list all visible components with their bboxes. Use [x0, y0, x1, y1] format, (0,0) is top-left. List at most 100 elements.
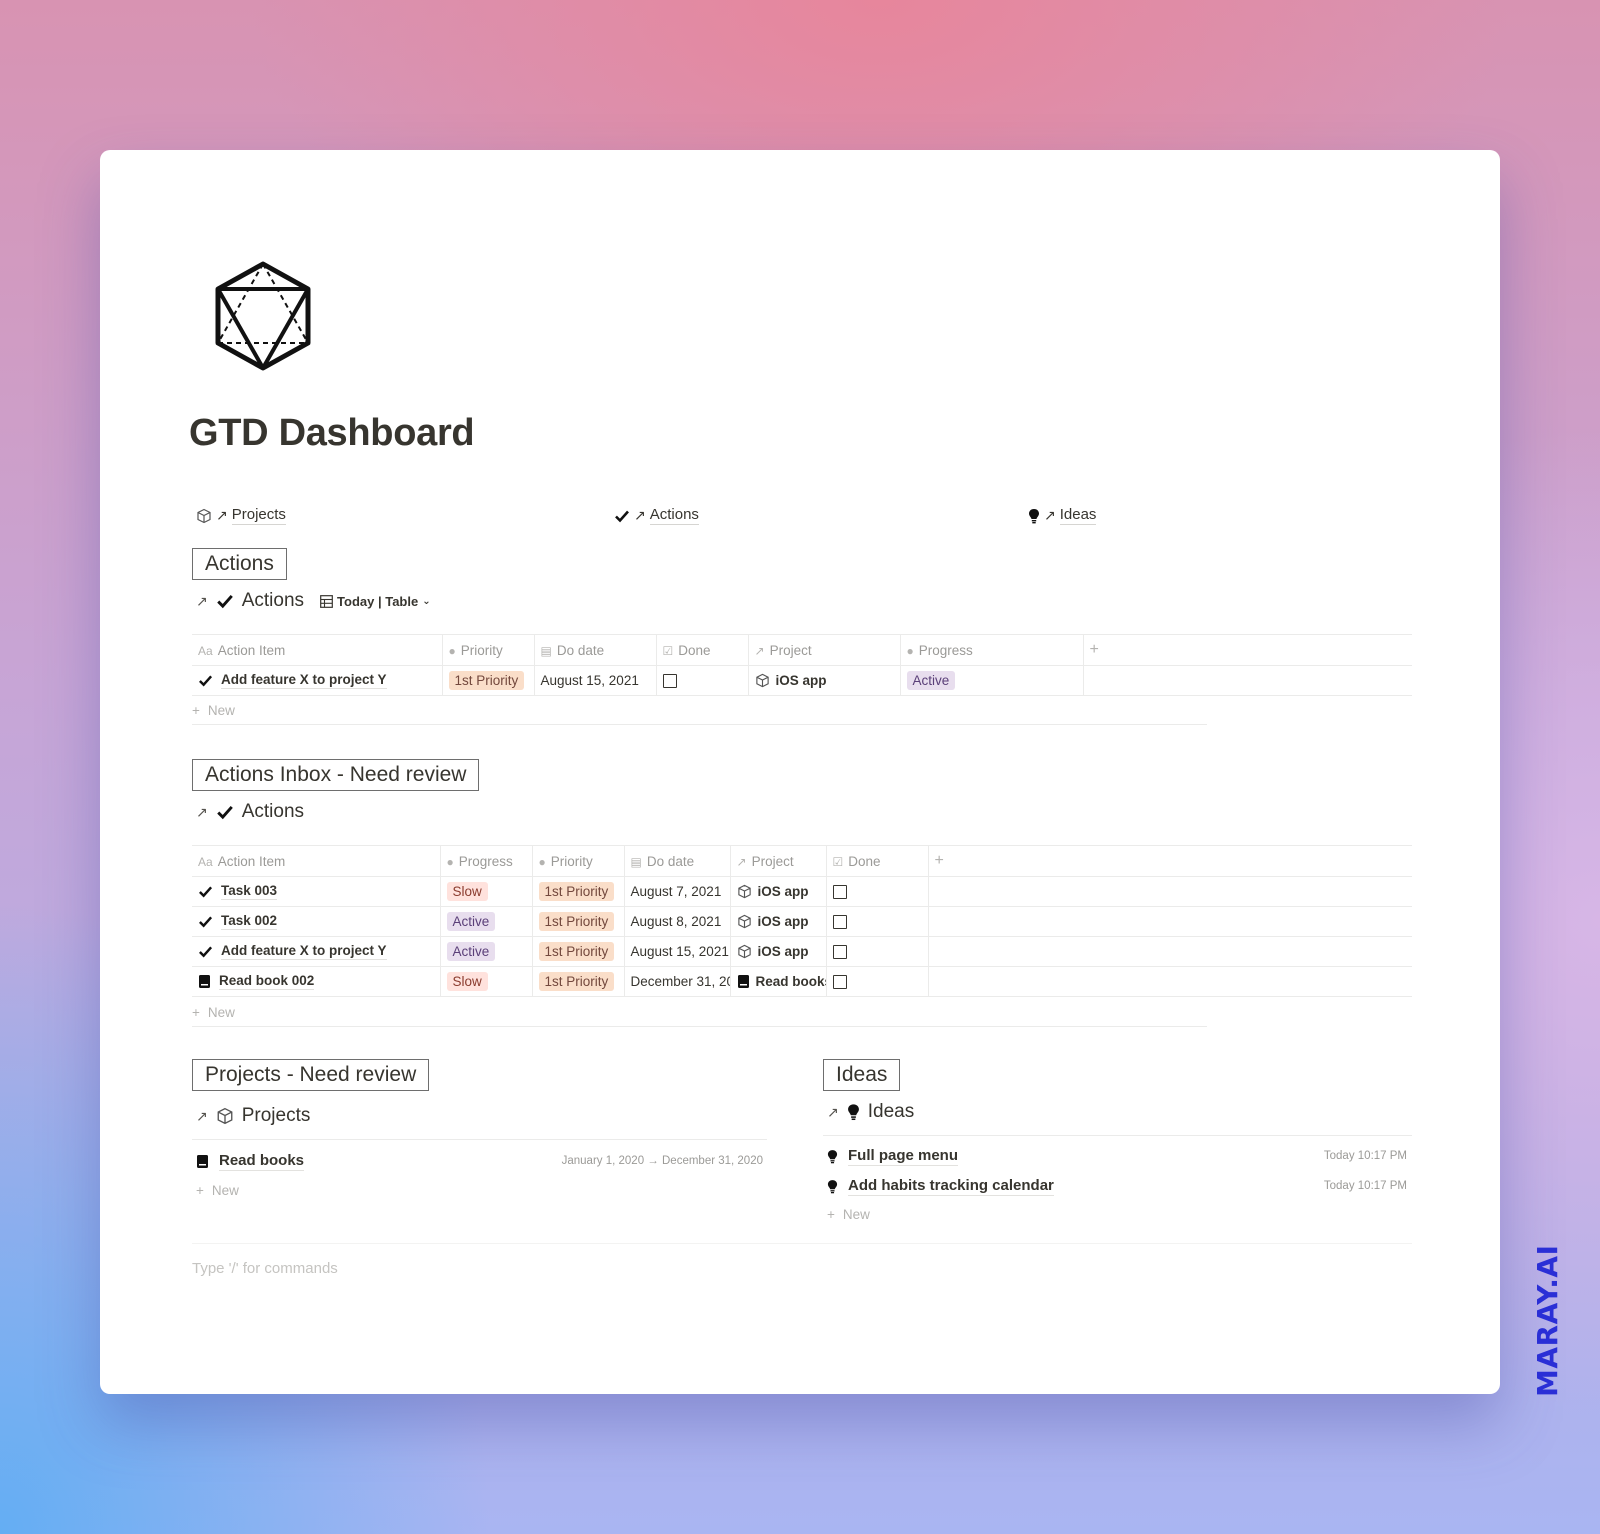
- project-relation[interactable]: iOS app: [758, 914, 809, 929]
- do-date: August 8, 2021: [624, 906, 731, 937]
- select-property-icon: ●: [906, 643, 914, 658]
- new-row-button[interactable]: + New: [192, 999, 1207, 1027]
- project-relation[interactable]: iOS app: [776, 673, 827, 688]
- column-header[interactable]: ▤ Do date: [534, 634, 657, 666]
- project-relation[interactable]: iOS app: [758, 944, 809, 959]
- open-link-icon[interactable]: ↗: [196, 593, 208, 610]
- row-title[interactable]: Add feature X to project Y: [221, 943, 387, 960]
- icosahedron-icon[interactable]: [212, 260, 314, 372]
- cube-icon: [755, 673, 770, 688]
- new-row-button[interactable]: + New: [827, 1200, 1027, 1228]
- open-link-icon[interactable]: ↗: [827, 1104, 839, 1121]
- command-input[interactable]: Type '/' for commands: [192, 1260, 338, 1277]
- list-item[interactable]: Read books January 1, 2020 → December 31…: [196, 1148, 763, 1174]
- column-header[interactable]: ● Progress: [900, 634, 1084, 666]
- table-row[interactable]: Task 002 Active 1st Priority August 8, 2…: [192, 906, 1412, 937]
- add-column-button[interactable]: +: [1083, 634, 1412, 666]
- do-date: December 31, 20: [624, 966, 731, 997]
- item-title[interactable]: Read books: [219, 1152, 305, 1171]
- column-header[interactable]: ● Priority: [532, 845, 625, 877]
- link-label: Projects: [231, 506, 286, 525]
- lightbulb-icon: [827, 1179, 838, 1194]
- cube-icon: [216, 1107, 234, 1125]
- table-header-row: Aa Action Item ● Progress ● Priority ▤ Do da…: [192, 845, 1412, 877]
- column-header[interactable]: ▤ Do date: [624, 845, 731, 877]
- callout-inbox: Actions Inbox - Need review: [192, 759, 480, 791]
- db-title[interactable]: Projects: [242, 1105, 311, 1127]
- plus-icon: +: [192, 1005, 200, 1020]
- inbox-table: Aa Action Item ● Progress ● Priority ▤ Do da…: [192, 845, 1412, 997]
- table-row[interactable]: Add feature X to project Y Active 1st Pr…: [192, 936, 1412, 967]
- new-row-button[interactable]: + New: [196, 1176, 396, 1204]
- arrow-link-icon: ↗: [1044, 507, 1056, 523]
- cube-icon: [737, 944, 752, 959]
- done-checkbox[interactable]: [832, 915, 847, 930]
- plus-icon: +: [934, 852, 944, 869]
- row-title[interactable]: Read book 002: [219, 973, 315, 990]
- checkmark-icon: [198, 944, 213, 959]
- row-title[interactable]: Task 003: [221, 883, 278, 900]
- row-title[interactable]: Add feature X to project Y: [221, 672, 387, 689]
- page-card: GTD Dashboard ↗ Projects ↗ Actions ↗ Ide…: [100, 150, 1500, 1394]
- book-icon: [196, 1154, 209, 1169]
- plus-icon: +: [192, 703, 200, 718]
- table-header-row: Aa Action Item ● Priority ▤ Do date ☑ Done ↗…: [192, 634, 1412, 666]
- link-label: Actions: [649, 506, 699, 525]
- cube-icon: [196, 508, 212, 524]
- add-column-button[interactable]: +: [928, 845, 1412, 877]
- column-header[interactable]: ☑ Done: [826, 845, 929, 877]
- link-actions[interactable]: ↗ Actions: [614, 506, 699, 525]
- table-row[interactable]: Add feature X to project Y 1st Priority …: [192, 665, 1412, 696]
- project-relation[interactable]: Read books: [756, 974, 826, 989]
- lightbulb-icon: [1028, 508, 1040, 524]
- chevron-down-icon: ⌄: [422, 595, 431, 607]
- column-header[interactable]: Aa Action Item: [192, 634, 443, 666]
- do-date: August 15, 2021: [534, 665, 657, 696]
- column-header[interactable]: ☑ Done: [656, 634, 749, 666]
- db-title[interactable]: Ideas: [868, 1101, 914, 1123]
- view-label: Today | Table: [337, 593, 419, 609]
- column-header[interactable]: ↗ Project: [730, 845, 827, 877]
- inbox-db-header: ↗ Actions: [196, 801, 304, 823]
- done-checkbox[interactable]: [832, 885, 847, 900]
- item-title[interactable]: Add habits tracking calendar: [848, 1177, 1054, 1196]
- plus-icon: +: [196, 1182, 204, 1198]
- priority-tag: 1st Priority: [538, 972, 615, 991]
- lightbulb-icon: [847, 1103, 860, 1121]
- table-row[interactable]: Read book 002 Slow 1st Priority December…: [192, 966, 1412, 997]
- plus-icon: +: [1089, 641, 1099, 658]
- relation-icon: ↗: [736, 854, 747, 869]
- table-row[interactable]: Task 003 Slow 1st Priority August 7, 202…: [192, 876, 1412, 907]
- open-link-icon[interactable]: ↗: [196, 1108, 208, 1125]
- column-header[interactable]: Aa Action Item: [192, 845, 441, 877]
- priority-tag: 1st Priority: [538, 882, 615, 901]
- view-selector[interactable]: Today | Table ⌄: [320, 594, 431, 609]
- done-checkbox[interactable]: [662, 674, 677, 689]
- column-header[interactable]: ● Priority: [442, 634, 535, 666]
- callout-ideas: Ideas: [823, 1059, 901, 1091]
- done-checkbox[interactable]: [832, 945, 847, 960]
- do-date: August 15, 2021: [624, 936, 731, 967]
- select-property-icon: ●: [446, 854, 454, 869]
- link-label: Ideas: [1059, 506, 1097, 525]
- list-item[interactable]: Full page menu Today 10:17 PM: [827, 1143, 1407, 1169]
- row-title[interactable]: Task 002: [221, 913, 278, 930]
- list-item[interactable]: Add habits tracking calendar Today 10:17…: [827, 1173, 1407, 1199]
- checkmark-icon: [614, 508, 630, 524]
- open-link-icon[interactable]: ↗: [196, 804, 208, 821]
- done-checkbox[interactable]: [832, 975, 847, 990]
- column-header[interactable]: ● Progress: [440, 845, 533, 877]
- link-ideas[interactable]: ↗ Ideas: [1028, 506, 1097, 525]
- new-row-button[interactable]: + New: [192, 697, 1207, 725]
- column-header[interactable]: ↗ Project: [748, 634, 901, 666]
- progress-tag: Active: [906, 671, 956, 690]
- divider: [192, 1139, 767, 1140]
- project-relation[interactable]: iOS app: [758, 884, 809, 899]
- link-projects[interactable]: ↗ Projects: [196, 506, 286, 525]
- db-title[interactable]: Actions: [242, 801, 304, 823]
- db-title[interactable]: Actions: [242, 590, 304, 612]
- ideas-db-header: ↗ Ideas: [827, 1101, 914, 1123]
- item-title[interactable]: Full page menu: [848, 1147, 959, 1166]
- book-icon: [198, 974, 211, 989]
- checkmark-icon: [216, 803, 234, 821]
